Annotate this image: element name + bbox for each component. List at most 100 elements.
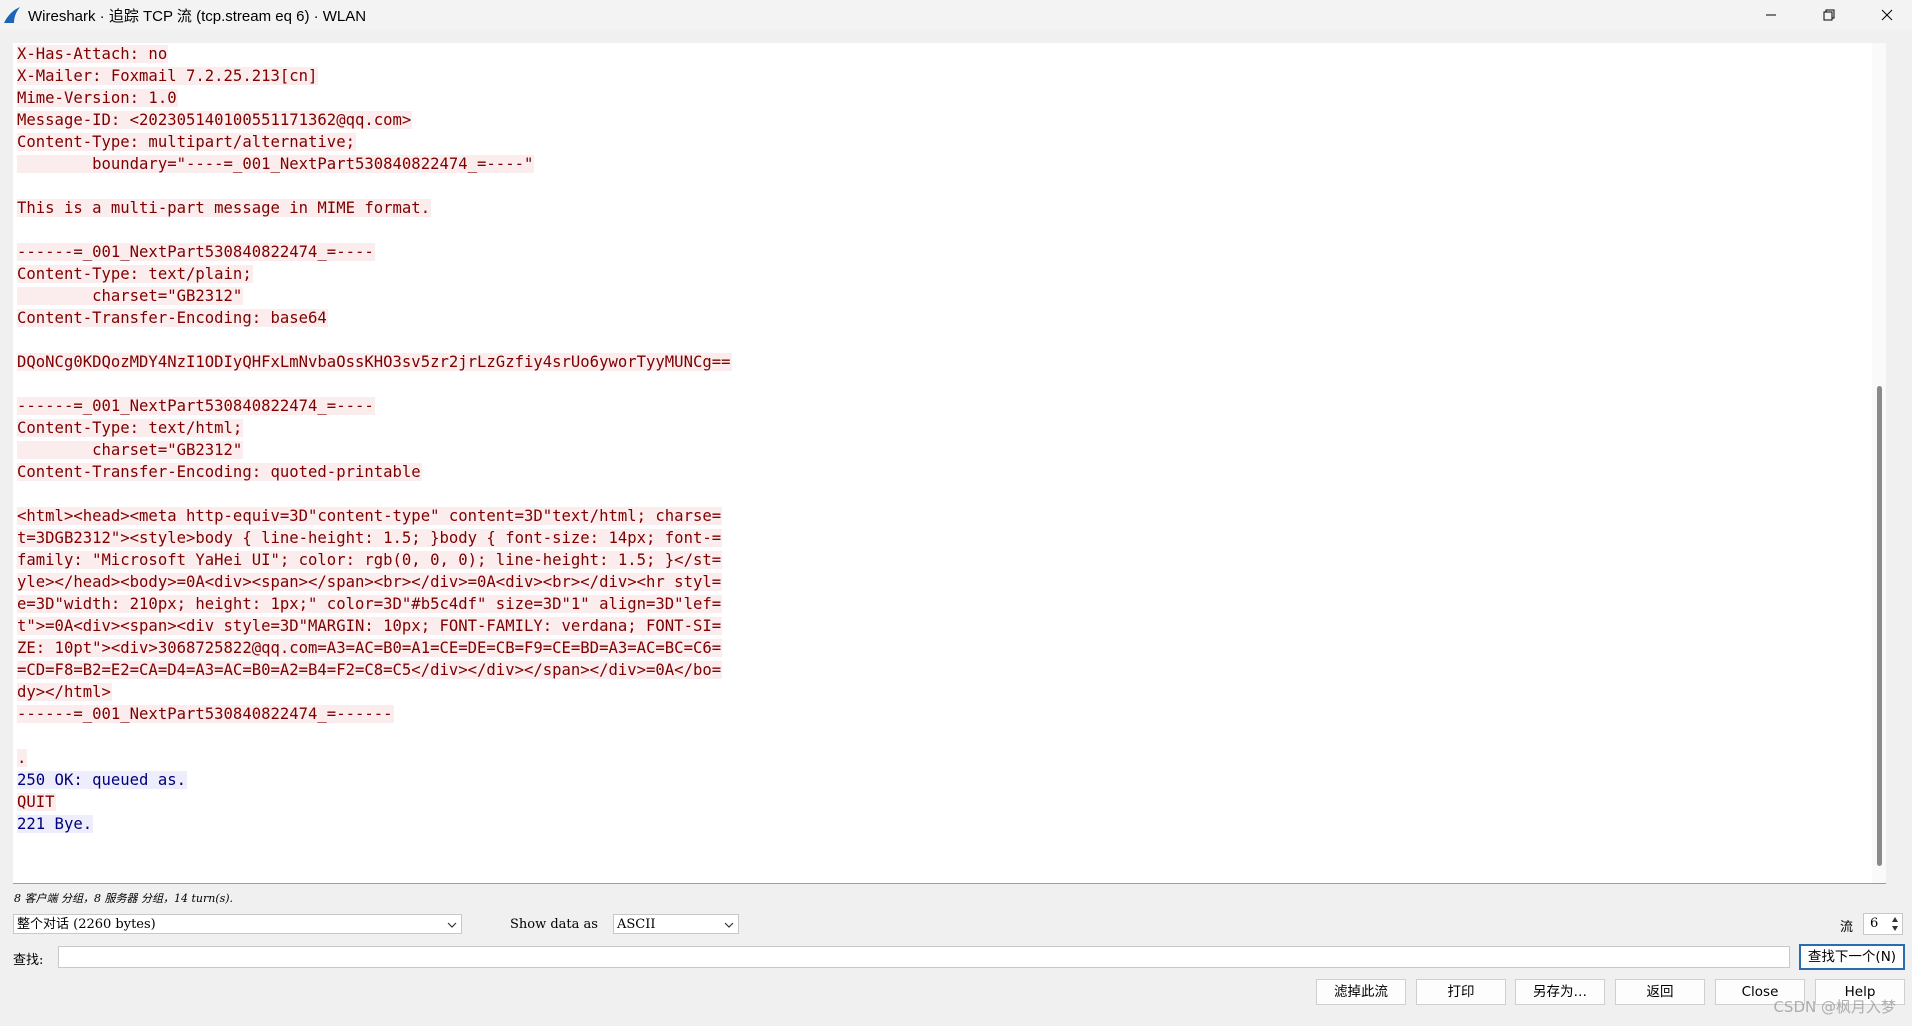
client-text: X-Has-Attach: no	[17, 45, 169, 63]
server-text: 250 OK: queued as.	[17, 771, 187, 789]
stream-line	[17, 373, 732, 395]
close-icon	[1881, 9, 1893, 21]
stream-line: ZE: 10pt"><div>3068725822@qq.com=A3=AC=B…	[17, 637, 732, 659]
client-text: DQoNCg0KDQozMDY4NzI1ODIyQHFxLmNvbaOssKHO…	[17, 353, 732, 371]
stream-line	[17, 483, 732, 505]
client-text: charset="GB2312"	[17, 287, 244, 305]
spin-up-icon[interactable]	[1890, 915, 1900, 924]
stream-line	[17, 725, 732, 747]
client-text: ------=_001_NextPart530840822474_=----	[17, 397, 375, 415]
client-text: ------=_001_NextPart530840822474_=------	[17, 705, 394, 723]
print-button[interactable]: 打印	[1416, 979, 1506, 1005]
spin-down-icon[interactable]	[1890, 924, 1900, 933]
client-text: Content-Type: multipart/alternative;	[17, 133, 356, 151]
stream-line	[17, 219, 732, 241]
stream-number-value: 6	[1870, 916, 1879, 931]
stream-line: Content-Type: multipart/alternative;	[17, 131, 732, 153]
client-text: dy></html>	[17, 683, 112, 701]
vertical-scrollbar[interactable]	[1872, 43, 1886, 883]
stream-line: DQoNCg0KDQozMDY4NzI1ODIyQHFxLmNvbaOssKHO…	[17, 351, 732, 373]
watermark: CSDN @枫月入梦	[1773, 998, 1896, 1016]
stream-line: 221 Bye.	[17, 813, 732, 835]
stream-line: t">=0A<div><span><div style=3D"MARGIN: 1…	[17, 615, 732, 637]
stream-line: QUIT	[17, 791, 732, 813]
stream-line: Content-Type: text/plain;	[17, 263, 732, 285]
wireshark-fin-icon	[4, 7, 20, 23]
stream-line: X-Mailer: Foxmail 7.2.25.213[cn]	[17, 65, 732, 87]
title-bar: Wireshark · 追踪 TCP 流 (tcp.stream eq 6) ·…	[0, 0, 1912, 30]
scrollbar-thumb[interactable]	[1877, 386, 1882, 866]
stream-line: X-Has-Attach: no	[17, 43, 732, 65]
stream-text: X-Has-Attach: no X-Mailer: Foxmail 7.2.25…	[17, 43, 732, 835]
client-text: boundary="----=_001_NextPart530840822474…	[17, 155, 535, 173]
stream-line: Content-Transfer-Encoding: base64	[17, 307, 732, 329]
close-window-button[interactable]	[1858, 0, 1912, 30]
client-text: ------=_001_NextPart530840822474_=----	[17, 243, 375, 261]
client-text: ZE: 10pt"><div>3068725822@qq.com=A3=AC=B…	[17, 639, 723, 657]
show-data-label: Show data as	[510, 917, 598, 932]
minimize-icon	[1766, 14, 1776, 16]
save-as-button[interactable]: 另存为…	[1515, 979, 1605, 1005]
chevron-down-icon	[724, 922, 734, 928]
find-next-button[interactable]: 查找下一个(N)	[1799, 944, 1905, 970]
restore-icon	[1823, 9, 1835, 21]
find-input[interactable]	[58, 946, 1790, 968]
show-data-select-value: ASCII	[617, 917, 656, 932]
stream-line: Message-ID: <202305140100551171362@qq.co…	[17, 109, 732, 131]
stream-line: boundary="----=_001_NextPart530840822474…	[17, 153, 732, 175]
stream-line: Mime-Version: 1.0	[17, 87, 732, 109]
stream-line	[17, 175, 732, 197]
restore-button[interactable]	[1800, 0, 1858, 30]
client-text: <html><head><meta http-equiv=3D"content-…	[17, 507, 723, 525]
stream-line: dy></html>	[17, 681, 732, 703]
stream-line: t=3DGB2312"><style>body { line-height: 1…	[17, 527, 732, 549]
client-text: e=3D"width: 210px; height: 1px;" color=3…	[17, 595, 723, 613]
stream-content-pane[interactable]: X-Has-Attach: no X-Mailer: Foxmail 7.2.25…	[13, 43, 1886, 884]
client-text: This is a multi-part message in MIME for…	[17, 199, 432, 217]
client-text: Mime-Version: 1.0	[17, 89, 178, 107]
client-text: QUIT	[17, 793, 56, 811]
stream-line: ------=_001_NextPart530840822474_=------	[17, 703, 732, 725]
stream-summary: 8 客户端 分组，8 服务器 分组，14 turn(s).	[14, 892, 234, 905]
back-button[interactable]: 返回	[1615, 979, 1705, 1005]
minimize-button[interactable]	[1742, 0, 1800, 30]
client-text: t">=0A<div><span><div style=3D"MARGIN: 1…	[17, 617, 723, 635]
find-label: 查找:	[13, 953, 44, 968]
client-text: X-Mailer: Foxmail 7.2.25.213[cn]	[17, 67, 319, 85]
stream-line: 250 OK: queued as.	[17, 769, 732, 791]
stream-number-spinbox[interactable]: 6	[1863, 913, 1903, 935]
client-text: .	[17, 749, 28, 767]
conversation-select[interactable]: 整个对话 (2260 bytes)	[13, 914, 462, 934]
stream-line: ------=_001_NextPart530840822474_=----	[17, 241, 732, 263]
stream-line: e=3D"width: 210px; height: 1px;" color=3…	[17, 593, 732, 615]
show-data-select[interactable]: ASCII	[613, 914, 739, 934]
client-text: yle></head><body>=0A<div><span></span><b…	[17, 573, 723, 591]
stream-line: This is a multi-part message in MIME for…	[17, 197, 732, 219]
client-text: Message-ID: <202305140100551171362@qq.co…	[17, 111, 413, 129]
client-text: Content-Transfer-Encoding: quoted-printa…	[17, 463, 422, 481]
filter-out-button[interactable]: 滤掉此流	[1316, 979, 1406, 1005]
client-text: Content-Type: text/html;	[17, 419, 244, 437]
client-text: family: "Microsoft YaHei UI"; color: rgb…	[17, 551, 723, 569]
stream-line: .	[17, 747, 732, 769]
client-text: =CD=F8=B2=E2=CA=D4=A3=AC=B0=A2=B4=F2=C8=…	[17, 661, 723, 679]
stream-line: charset="GB2312"	[17, 439, 732, 461]
conversation-select-value: 整个对话 (2260 bytes)	[17, 917, 156, 932]
stream-line: ------=_001_NextPart530840822474_=----	[17, 395, 732, 417]
stream-line: charset="GB2312"	[17, 285, 732, 307]
client-text: t=3DGB2312"><style>body { line-height: 1…	[17, 529, 723, 547]
stream-line: =CD=F8=B2=E2=CA=D4=A3=AC=B0=A2=B4=F2=C8=…	[17, 659, 732, 681]
stream-number-label: 流	[1840, 920, 1854, 935]
stream-line: Content-Transfer-Encoding: quoted-printa…	[17, 461, 732, 483]
stream-line: yle></head><body>=0A<div><span></span><b…	[17, 571, 732, 593]
chevron-down-icon	[447, 922, 457, 928]
client-text: Content-Type: text/plain;	[17, 265, 253, 283]
stream-line: <html><head><meta http-equiv=3D"content-…	[17, 505, 732, 527]
stream-line: family: "Microsoft YaHei UI"; color: rgb…	[17, 549, 732, 571]
stream-line: Content-Type: text/html;	[17, 417, 732, 439]
client-text: charset="GB2312"	[17, 441, 244, 459]
stream-line	[17, 329, 732, 351]
window-title: Wireshark · 追踪 TCP 流 (tcp.stream eq 6) ·…	[28, 8, 367, 25]
client-text: Content-Transfer-Encoding: base64	[17, 309, 328, 327]
server-text: 221 Bye.	[17, 815, 94, 833]
